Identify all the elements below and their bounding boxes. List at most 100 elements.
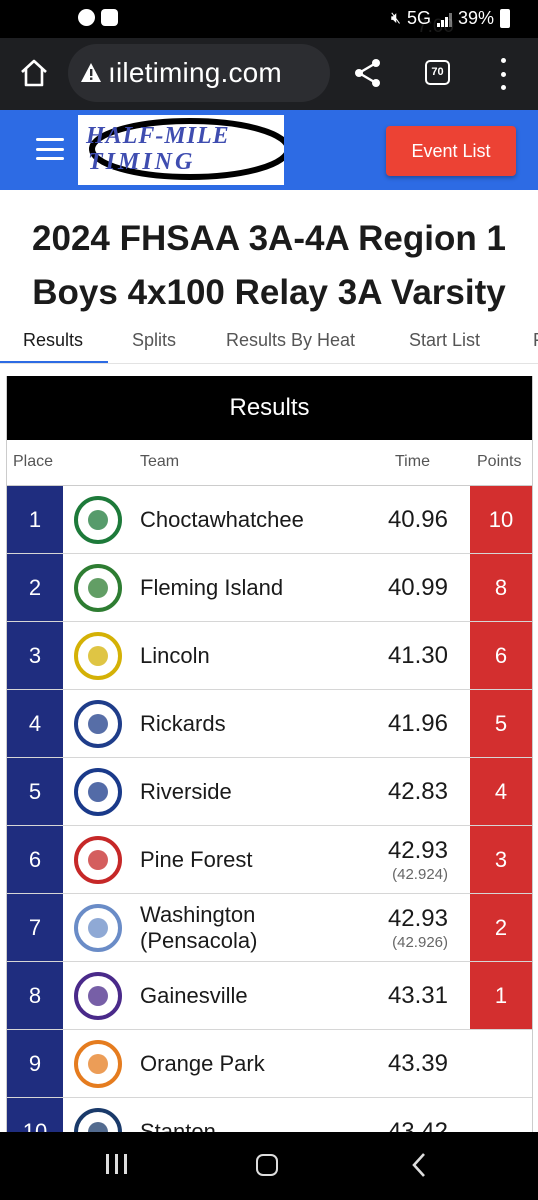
active-tab-indicator [0, 361, 108, 363]
eagle-logo-icon [74, 564, 122, 612]
table-row[interactable]: 2 Fleming Island 40.99 8 [7, 554, 532, 622]
time-value: 42.93 [387, 904, 448, 932]
tab-results[interactable]: Results [23, 330, 83, 351]
tab-switcher-button[interactable]: 70 [425, 60, 450, 85]
recent-apps-icon[interactable] [106, 1154, 127, 1174]
star-logo-icon [74, 768, 122, 816]
page-title-line1: 2024 FHSAA 3A-4A Region 1 [32, 219, 506, 258]
share-icon[interactable] [352, 57, 384, 89]
g-swoosh-logo-icon [74, 972, 122, 1020]
notification-icons [78, 9, 118, 26]
logo-line1: HALF-MILE [86, 123, 230, 149]
team-name[interactable]: Orange Park [140, 1030, 370, 1097]
tab-results-by-heat[interactable]: Results By Heat [226, 330, 355, 351]
site-header: HALF-MILE TIMING Event List [0, 110, 538, 190]
page-title-line2: Boys 4x100 Relay 3A Varsity [32, 273, 506, 312]
table-row[interactable]: 9 Orange Park 43.39 [7, 1030, 532, 1098]
time-value: 43.39 [387, 1049, 448, 1077]
url-text[interactable]: ıiletiming.com [108, 57, 282, 89]
place-cell: 6 [7, 826, 63, 893]
points-cell: 6 [470, 622, 532, 689]
team-name[interactable]: Stanton [140, 1098, 370, 1137]
chat-notification-icon [78, 9, 95, 26]
battery-percent: 39% [457, 8, 494, 28]
overflow-menu-icon[interactable] [498, 58, 508, 90]
place-cell: 4 [7, 690, 63, 757]
signal-icon [436, 11, 452, 27]
team-name[interactable]: Fleming Island [140, 554, 370, 621]
wolverine-logo-icon [74, 904, 122, 952]
time-cell: 42.93 (42.926) [388, 894, 448, 961]
time-cell: 41.30 [388, 622, 448, 689]
time-value: 40.96 [387, 505, 448, 533]
team-name[interactable]: Riverside [140, 758, 370, 825]
time-value: 43.31 [387, 981, 448, 1009]
results-table: Results Place Team Time Points 1 Choctawh… [6, 376, 533, 1136]
home-nav-icon[interactable] [256, 1154, 278, 1176]
system-nav-bar [0, 1132, 538, 1200]
image-notification-icon [101, 9, 118, 26]
back-icon[interactable] [410, 1152, 428, 1178]
home-icon[interactable] [18, 57, 50, 89]
team-name[interactable]: Rickards [140, 690, 370, 757]
table-body: 1 Choctawhatchee 40.96 10 2 Fleming Island 40.… [7, 486, 532, 1136]
column-header-team[interactable]: Team [140, 453, 179, 471]
points-cell: 8 [470, 554, 532, 621]
team-name[interactable]: Choctawhatchee [140, 486, 370, 553]
place-cell: 2 [7, 554, 63, 621]
event-list-button[interactable]: Event List [386, 126, 516, 176]
points-cell: 10 [470, 486, 532, 553]
time-cell: 42.83 [388, 758, 448, 825]
table-row[interactable]: 3 Lincoln 41.30 6 [7, 622, 532, 690]
points-cell: 2 [470, 894, 532, 961]
column-header-place[interactable]: Place [13, 453, 53, 471]
points-cell [470, 1030, 532, 1097]
time-cell: 40.99 [388, 554, 448, 621]
mute-icon: 🔇︎ [390, 9, 401, 27]
time-cell: 43.39 [388, 1030, 448, 1097]
table-row[interactable]: 6 Pine Forest 42.93 (42.924) 3 [7, 826, 532, 894]
results-heading: Results [7, 376, 532, 440]
table-row[interactable]: 5 Riverside 42.83 4 [7, 758, 532, 826]
browser-toolbar: ıiletiming.com 70 [0, 38, 538, 110]
time-value: 42.83 [387, 777, 448, 805]
time-cell: 43.42 [388, 1098, 448, 1137]
page-title: 2024 FHSAA 3A-4A Region 1 Boys 4x100 Rel… [0, 212, 538, 320]
tab-splits[interactable]: Splits [132, 330, 176, 351]
time-cell: 42.93 (42.924) [388, 826, 448, 893]
time-value: 42.93 [387, 836, 448, 864]
place-cell: 8 [7, 962, 63, 1029]
swords-logo-icon [74, 1040, 122, 1088]
team-name[interactable]: Gainesville [140, 962, 370, 1029]
time-value: 41.30 [387, 641, 448, 669]
warning-icon[interactable] [80, 62, 102, 83]
place-cell: 5 [7, 758, 63, 825]
column-header-time[interactable]: Time [395, 453, 430, 471]
table-row[interactable]: 7 Washington (Pensacola) 42.93 (42.926) 2 [7, 894, 532, 962]
place-cell: 9 [7, 1030, 63, 1097]
table-row[interactable]: 1 Choctawhatchee 40.96 10 [7, 486, 532, 554]
logo-line2: TIMING [88, 149, 196, 175]
table-header: Place Team Time Points [7, 440, 532, 486]
table-row[interactable]: 8 Gainesville 43.31 1 [7, 962, 532, 1030]
eagle-head-logo-icon [74, 836, 122, 884]
points-cell: 5 [470, 690, 532, 757]
tab-overflow[interactable]: F [533, 330, 538, 351]
team-name[interactable]: Washington (Pensacola) [140, 894, 370, 961]
place-cell: 10 [7, 1098, 63, 1136]
raiders-shield-logo-icon [74, 700, 122, 748]
table-row[interactable]: 4 Rickards 41.96 5 [7, 690, 532, 758]
network-label: 5G [406, 8, 431, 28]
team-name[interactable]: Pine Forest [140, 826, 370, 893]
half-mile-timing-logo[interactable]: HALF-MILE TIMING [78, 115, 284, 185]
time-value: 40.99 [387, 573, 448, 601]
table-row[interactable]: 10 Stanton 43.42 [7, 1098, 532, 1136]
points-cell: 3 [470, 826, 532, 893]
address-bar[interactable]: ıiletiming.com [68, 44, 330, 102]
points-cell: 1 [470, 962, 532, 1029]
column-header-points[interactable]: Points [477, 453, 521, 471]
tab-start-list[interactable]: Start List [409, 330, 480, 351]
place-cell: 1 [7, 486, 63, 553]
team-name[interactable]: Lincoln [140, 622, 370, 689]
hamburger-menu-icon[interactable] [36, 138, 64, 160]
